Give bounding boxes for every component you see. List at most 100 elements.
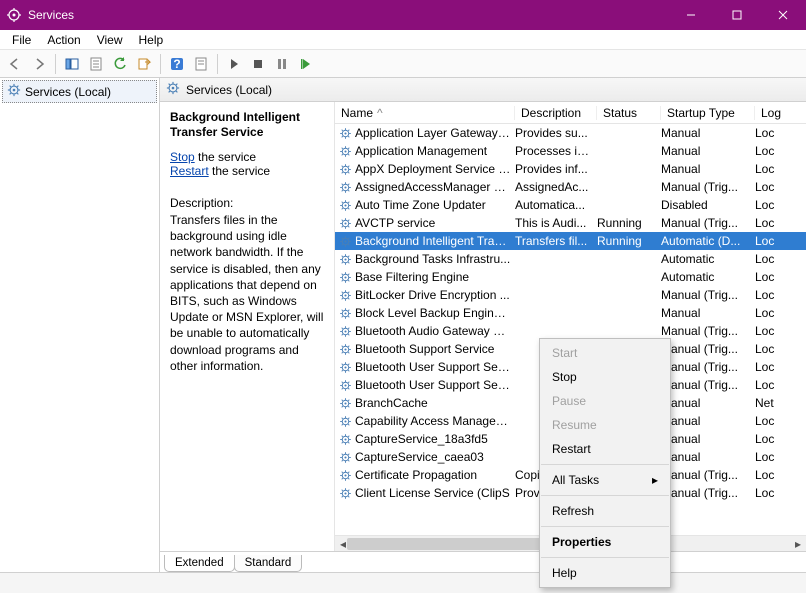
table-row[interactable]: Background Intelligent Tran...Transfers … [335,232,806,250]
tab-standard[interactable]: Standard [234,555,303,572]
forward-button[interactable] [28,53,50,75]
menu-action[interactable]: Action [39,31,88,49]
ctx-stop[interactable]: Stop [540,365,670,389]
ctx-start: Start [540,341,670,365]
gear-icon [166,81,180,98]
service-gear-icon [337,127,353,140]
service-gear-icon [337,361,353,374]
cell-name: Background Intelligent Tran... [353,234,513,248]
cell-name: Bluetooth Audio Gateway S... [353,324,513,338]
table-row[interactable]: Application Layer Gateway ...Provides su… [335,124,806,142]
tree-node-services-local[interactable]: Services (Local) [2,80,157,103]
cell-status: Running [595,216,659,230]
ctx-all-tasks[interactable]: All Tasks▸ [540,468,670,492]
pause-service-button[interactable] [271,53,293,75]
cell-log-on-as: Loc [753,252,783,266]
menu-file[interactable]: File [4,31,39,49]
cell-name: AVCTP service [353,216,513,230]
cell-startup-type: Manual (Trig... [659,288,753,302]
cell-name: CaptureService_caea03 [353,450,513,464]
column-startup-type[interactable]: Startup Type [661,106,755,120]
help-button[interactable]: ? [166,53,188,75]
table-row[interactable]: Base Filtering EngineAutomaticLoc [335,268,806,286]
stop-suffix: the service [195,150,256,164]
cell-startup-type: Automatic [659,270,753,284]
column-description[interactable]: Description [515,106,597,120]
table-row[interactable]: Auto Time Zone UpdaterAutomatica...Disab… [335,196,806,214]
cell-log-on-as: Loc [753,486,783,500]
table-row[interactable]: Block Level Backup Engine ...ManualLoc [335,304,806,322]
cell-description: AssignedAc... [513,180,595,194]
service-gear-icon [337,451,353,464]
service-gear-icon [337,145,353,158]
stop-service-button[interactable] [247,53,269,75]
tab-extended[interactable]: Extended [164,555,235,572]
table-row[interactable]: AVCTP serviceThis is Audi...RunningManua… [335,214,806,232]
cell-log-on-as: Loc [753,468,783,482]
cell-startup-type: Manual [659,396,753,410]
cell-name: Certificate Propagation [353,468,513,482]
back-button[interactable] [4,53,26,75]
ctx-separator [541,526,669,527]
ctx-properties[interactable]: Properties [540,530,670,554]
pane-title: Services (Local) [186,83,272,97]
scroll-thumb[interactable] [347,538,567,550]
table-row[interactable]: Application ManagementProcesses in...Man… [335,142,806,160]
restart-service-button[interactable] [295,53,317,75]
cell-log-on-as: Loc [753,342,783,356]
menubar: File Action View Help [0,30,806,50]
context-menu: Start Stop Pause Resume Restart All Task… [539,338,671,588]
service-gear-icon [337,253,353,266]
column-log-on-as[interactable]: Log [755,106,785,120]
ctx-refresh[interactable]: Refresh [540,499,670,523]
console-tree: Services (Local) [0,78,160,572]
service-gear-icon [337,289,353,302]
cell-name: Bluetooth User Support Ser... [353,378,513,392]
show-hide-tree-button[interactable] [61,53,83,75]
restart-suffix: the service [209,164,270,178]
maximize-button[interactable] [714,0,760,30]
pane-header: Services (Local) [160,78,806,102]
cell-log-on-as: Loc [753,126,783,140]
column-status[interactable]: Status [597,106,661,120]
sort-asc-icon: ^ [377,106,383,120]
stop-service-link[interactable]: Stop [170,150,195,164]
cell-name: Client License Service (ClipS [353,486,513,500]
cell-name: Block Level Backup Engine ... [353,306,513,320]
start-service-button[interactable] [223,53,245,75]
table-row[interactable]: AssignedAccessManager Se...AssignedAc...… [335,178,806,196]
cell-startup-type: Manual [659,126,753,140]
cell-name: AssignedAccessManager Se... [353,180,513,194]
ctx-restart[interactable]: Restart [540,437,670,461]
cell-startup-type: Manual (Trig... [659,486,753,500]
service-properties-button[interactable] [190,53,212,75]
refresh-button[interactable] [109,53,131,75]
restart-service-link[interactable]: Restart [170,164,209,178]
column-name[interactable]: Name^ [335,106,515,120]
cell-description: Provides inf... [513,162,595,176]
service-gear-icon [337,307,353,320]
cell-startup-type: Manual (Trig... [659,378,753,392]
app-icon [6,7,22,23]
minimize-button[interactable] [668,0,714,30]
ctx-help[interactable]: Help [540,561,670,585]
scroll-right-icon[interactable]: ▸ [790,536,806,551]
tree-node-label: Services (Local) [25,85,111,99]
service-gear-icon [337,487,353,500]
table-row[interactable]: AppX Deployment Service (...Provides inf… [335,160,806,178]
cell-startup-type: Automatic [659,252,753,266]
table-row[interactable]: Background Tasks Infrastru...AutomaticLo… [335,250,806,268]
cell-startup-type: Manual [659,144,753,158]
properties-button[interactable] [85,53,107,75]
ctx-separator [541,557,669,558]
table-row[interactable]: BitLocker Drive Encryption ...Manual (Tr… [335,286,806,304]
menu-help[interactable]: Help [131,31,172,49]
menu-view[interactable]: View [89,31,131,49]
cell-name: BranchCache [353,396,513,410]
cell-name: Bluetooth User Support Ser... [353,360,513,374]
export-button[interactable] [133,53,155,75]
cell-log-on-as: Loc [753,216,783,230]
ctx-resume: Resume [540,413,670,437]
close-button[interactable] [760,0,806,30]
cell-log-on-as: Loc [753,144,783,158]
